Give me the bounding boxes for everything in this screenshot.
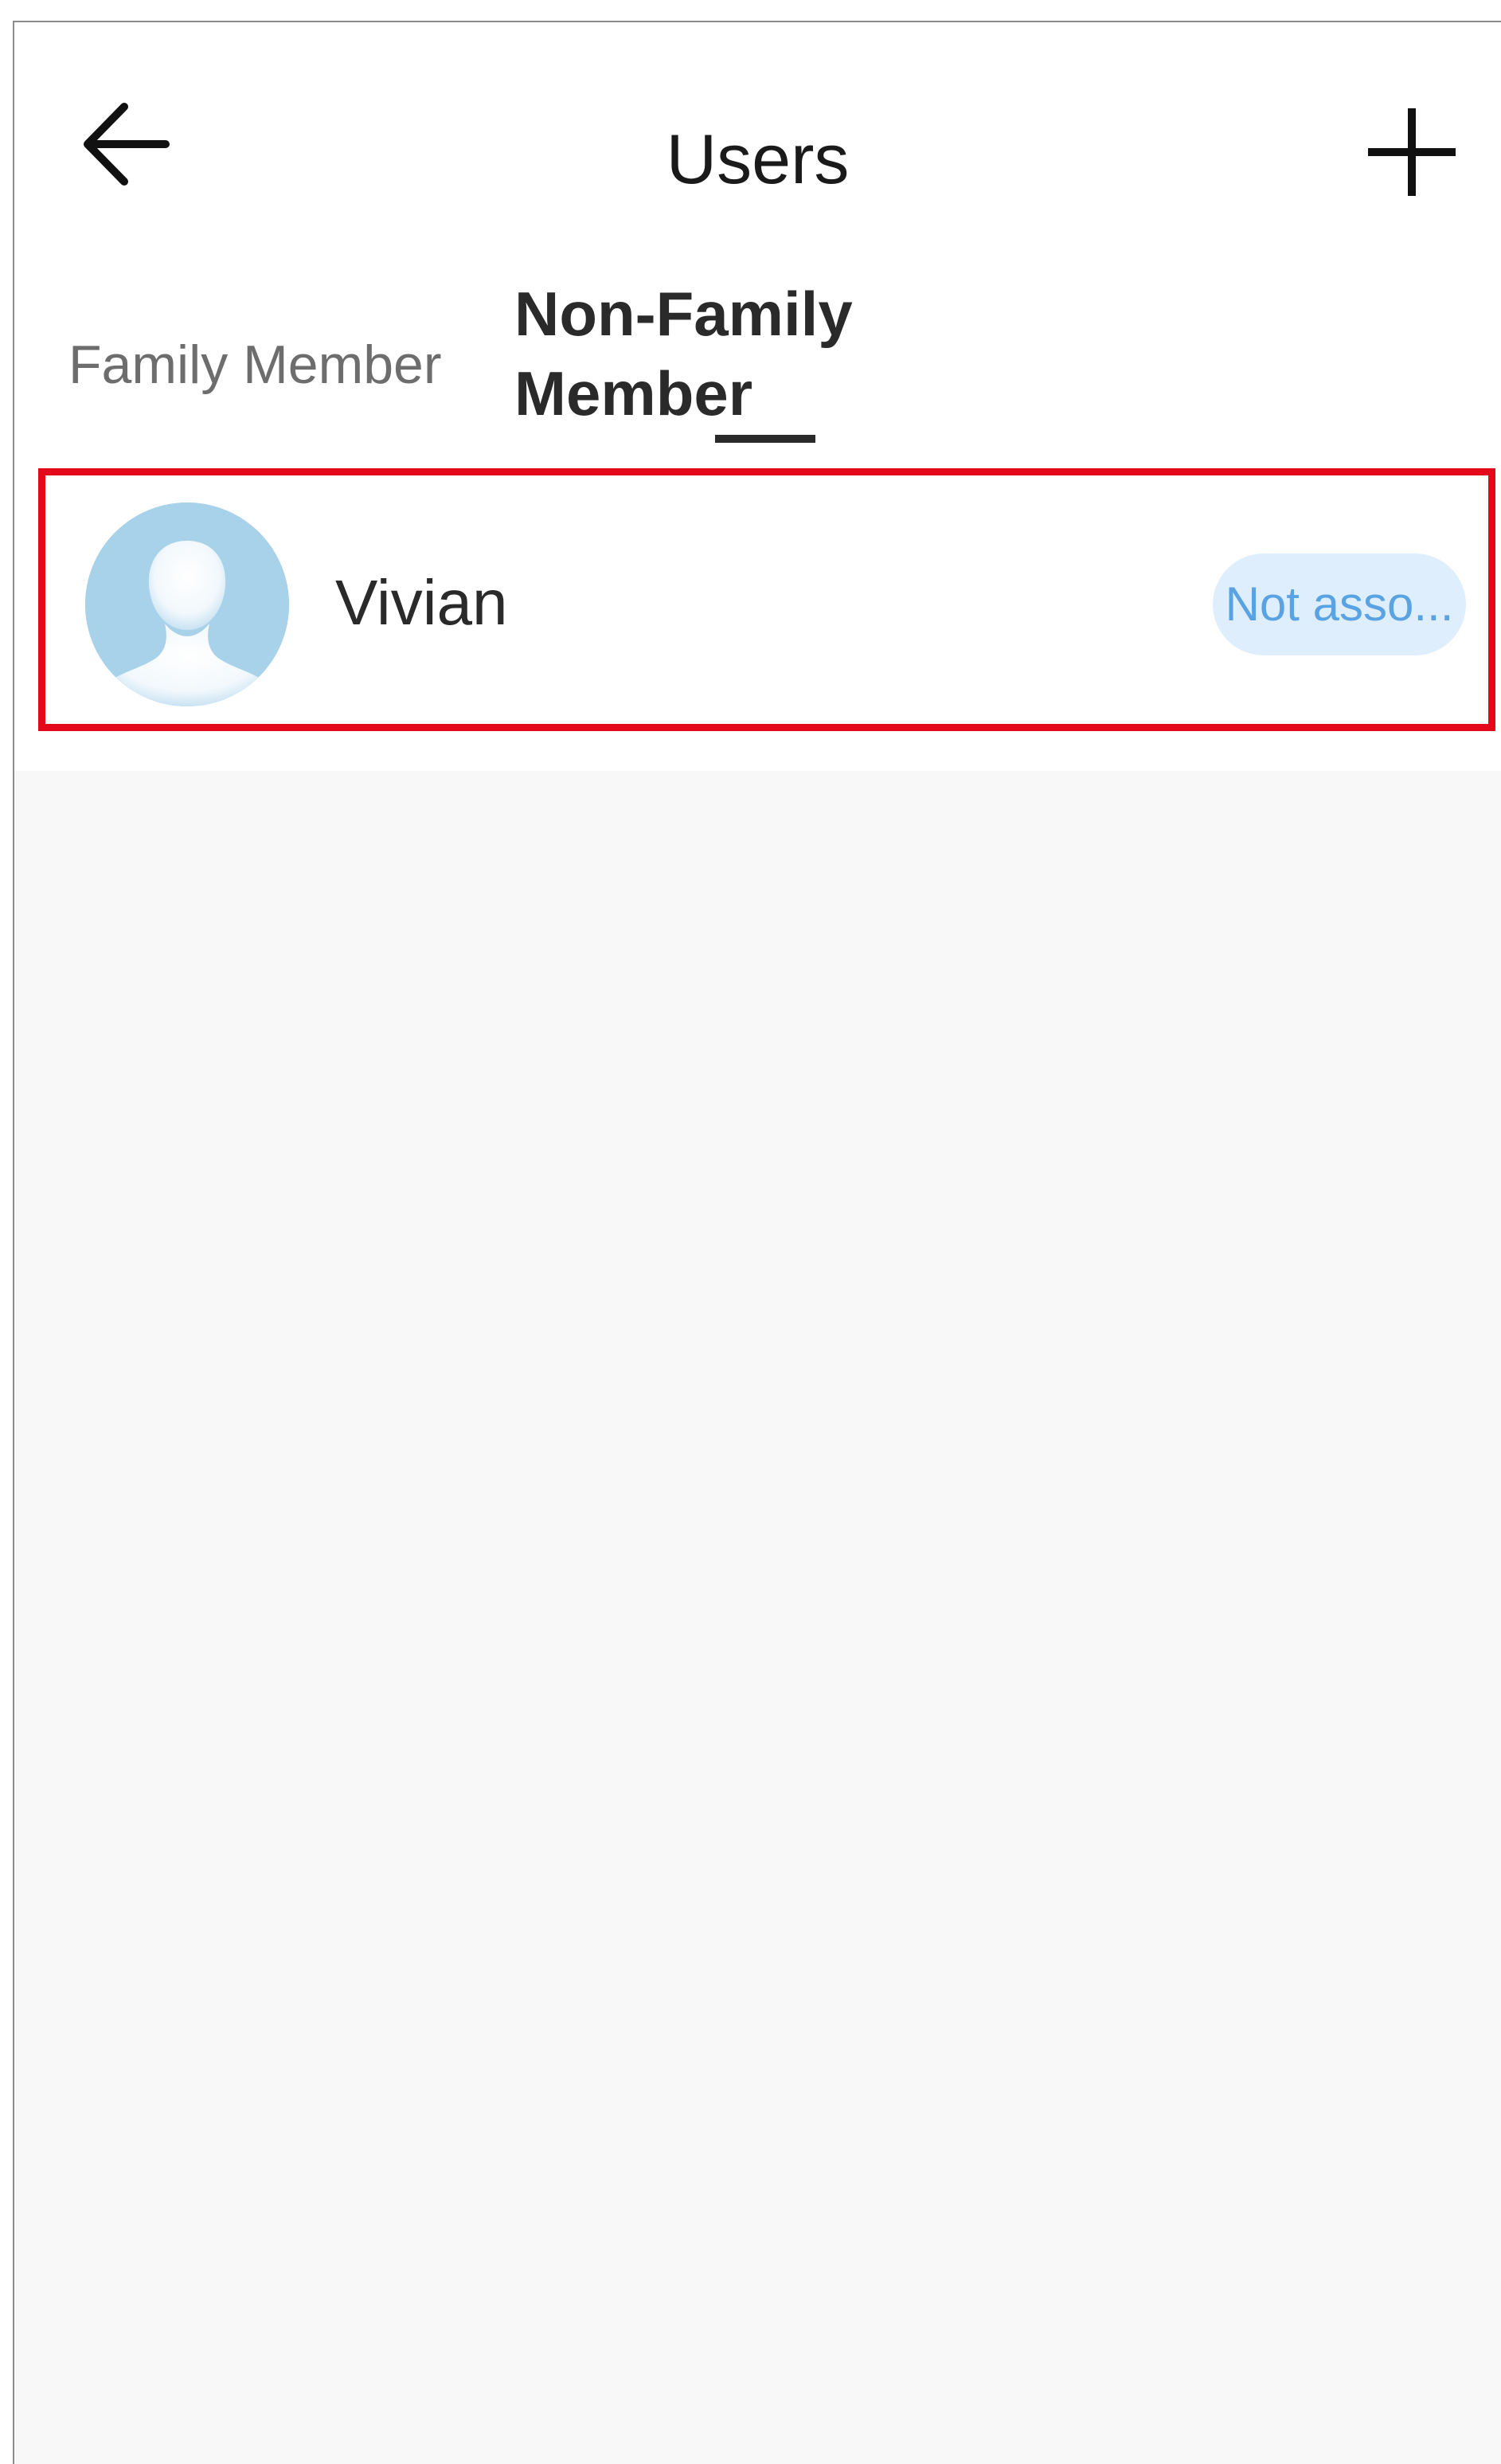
users-screen: Users Family Member Non-Family Member Vi…	[13, 21, 1501, 2464]
default-avatar-icon	[85, 503, 289, 706]
page-title: Users	[666, 119, 850, 198]
header: Users Family Member Non-Family Member Vi…	[14, 22, 1501, 771]
active-tab-indicator	[715, 435, 815, 443]
association-status-badge: Not asso...	[1213, 553, 1466, 655]
tab-family-member[interactable]: Family Member	[68, 325, 442, 405]
user-list-item[interactable]: Vivian Not asso...	[38, 468, 1495, 731]
tab-non-family-member[interactable]: Non-Family Member	[514, 274, 928, 433]
plus-icon	[1368, 108, 1456, 196]
add-user-button[interactable]	[1352, 92, 1472, 212]
user-name: Vivian	[335, 567, 508, 638]
